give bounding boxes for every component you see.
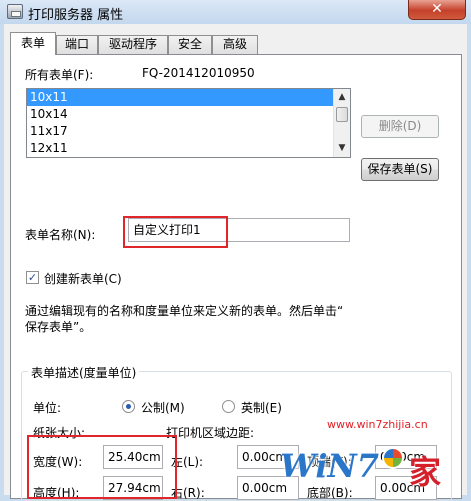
description-line-1: 通过编辑现有的名称和度量单位来定义新的表单。然后单击“ (25, 304, 344, 318)
list-item[interactable]: 12x11 (27, 140, 350, 157)
list-item[interactable]: 11x17 (27, 123, 350, 140)
create-new-form-checkbox[interactable]: ✓ (26, 271, 39, 284)
radio-selected-dot (126, 404, 131, 409)
windows-flag-icon (382, 447, 404, 469)
metric-radio[interactable] (122, 400, 135, 413)
tab-advanced[interactable]: 高级 (212, 35, 258, 54)
create-new-form-label: 创建新表单(C) (44, 272, 122, 286)
unit-label: 单位: (33, 401, 62, 415)
measurement-group-title: 表单描述(度量单位) (28, 364, 140, 381)
watermark-jia-text: 家 (409, 453, 442, 491)
vertical-scrollbar[interactable]: ▲ ▼ (333, 89, 350, 157)
forms-listbox[interactable]: 10x11 10x14 11x17 12x11 ▲ ▼ (26, 88, 351, 158)
description-line-2: 保存表单”。 (25, 320, 92, 334)
scroll-thumb[interactable] (336, 107, 348, 122)
english-radio[interactable] (222, 400, 235, 413)
watermark-logo: WiN7 家 (274, 439, 464, 499)
scroll-up-icon[interactable]: ▲ (334, 89, 350, 105)
watermark-win7-text: WiN7 (280, 447, 380, 485)
list-item[interactable]: 10x14 (27, 106, 350, 123)
dialog-client: 表单 端口 驱动程序 安全 高级 所有表单(F): FQ-20141201095… (4, 24, 467, 501)
scroll-down-icon[interactable]: ▼ (334, 140, 350, 156)
list-item[interactable]: 10x11 (27, 89, 350, 106)
tab-drivers[interactable]: 驱动程序 (98, 35, 168, 54)
tab-ports[interactable]: 端口 (56, 35, 98, 54)
title-bar: 打印服务器 属性 ✕ (0, 0, 471, 24)
form-name-label: 表单名称(N): (25, 228, 96, 242)
all-forms-label: 所有表单(F): (25, 68, 94, 82)
tab-security[interactable]: 安全 (168, 35, 212, 54)
machine-name: FQ-201412010950 (142, 66, 255, 80)
printer-icon (7, 4, 23, 19)
save-form-button[interactable]: 保存表单(S) (361, 158, 439, 181)
tab-forms[interactable]: 表单 (10, 32, 56, 55)
window-title: 打印服务器 属性 (28, 8, 124, 23)
english-label: 英制(E) (241, 401, 282, 415)
watermark-url: www.win7zhijia.cn (327, 418, 428, 431)
printer-margins-label: 打印机区域边距: (166, 426, 255, 440)
metric-label: 公制(M) (141, 401, 185, 415)
highlight-box-name (123, 216, 228, 248)
forms-tab-page: 所有表单(F): FQ-201412010950 10x11 10x14 11x… (10, 54, 462, 501)
highlight-box-size (27, 435, 177, 499)
close-button[interactable]: ✕ (408, 0, 466, 20)
delete-button[interactable]: 删除(D) (361, 115, 439, 138)
